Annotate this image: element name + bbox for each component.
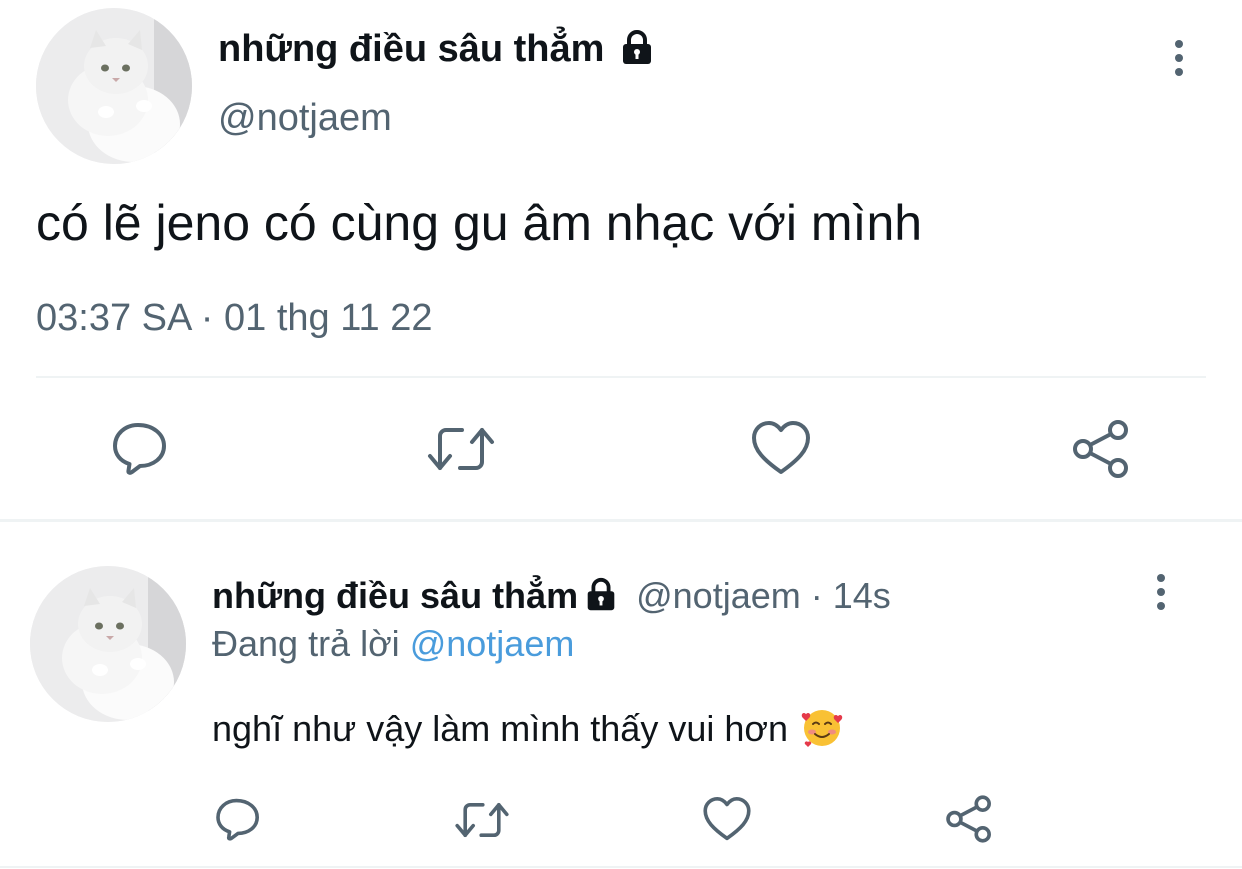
- reply-icon: [113, 423, 166, 475]
- share-button[interactable]: [1070, 418, 1132, 480]
- lock-icon: [587, 578, 615, 611]
- like-icon: [703, 797, 751, 841]
- more-options-icon[interactable]: [1169, 40, 1189, 76]
- reply-icon: [216, 798, 259, 841]
- cat-avatar-image: [36, 8, 192, 164]
- user-handle[interactable]: @notjaem: [218, 96, 392, 140]
- like-icon: [752, 421, 810, 474]
- replying-to-label: Đang trả lời: [212, 623, 400, 664]
- retweet-button[interactable]: [454, 798, 510, 842]
- reply-button[interactable]: [214, 796, 262, 842]
- avatar[interactable]: [30, 566, 186, 722]
- share-button[interactable]: [944, 794, 994, 844]
- lock-icon: [622, 30, 651, 64]
- reply-button[interactable]: [110, 420, 170, 476]
- tweet-timestamp[interactable]: 03:37 SA · 01 thg 11 22: [36, 296, 433, 340]
- share-icon: [946, 795, 991, 843]
- retweet-icon: [455, 803, 509, 837]
- reply-text-line: nghĩ như vậy làm mình thấy vui hơn: [212, 706, 844, 752]
- replying-to-mention[interactable]: @notjaem: [410, 623, 575, 664]
- section-divider: [0, 519, 1242, 522]
- tweet-text: có lẽ jeno có cùng gu âm nhạc với mình: [36, 195, 923, 251]
- display-name[interactable]: những điều sâu thẳm: [212, 575, 578, 616]
- smiling-face-with-hearts-icon: [801, 710, 843, 748]
- retweet-button[interactable]: [426, 422, 496, 476]
- display-name-text: những điều sâu thẳm: [218, 28, 605, 70]
- display-name[interactable]: những điều sâu thẳm: [218, 26, 657, 72]
- like-button[interactable]: [702, 796, 752, 842]
- avatar[interactable]: [36, 8, 192, 164]
- divider: [36, 376, 1206, 378]
- like-button[interactable]: [750, 420, 812, 476]
- reply-header: những điều sâu thẳm @notjaem · 14s: [212, 574, 891, 618]
- user-handle[interactable]: @notjaem: [636, 575, 801, 616]
- tweet-text: nghĩ như vậy làm mình thấy vui hơn: [212, 708, 788, 749]
- tweet-age: 14s: [832, 575, 891, 616]
- replying-to: Đang trả lời @notjaem: [212, 622, 574, 666]
- share-icon: [1073, 420, 1128, 478]
- more-options-icon[interactable]: [1151, 574, 1171, 610]
- separator-dot: ·: [810, 575, 823, 616]
- cat-avatar-image: [30, 566, 186, 722]
- bottom-divider: [0, 866, 1242, 868]
- retweet-icon: [428, 428, 494, 470]
